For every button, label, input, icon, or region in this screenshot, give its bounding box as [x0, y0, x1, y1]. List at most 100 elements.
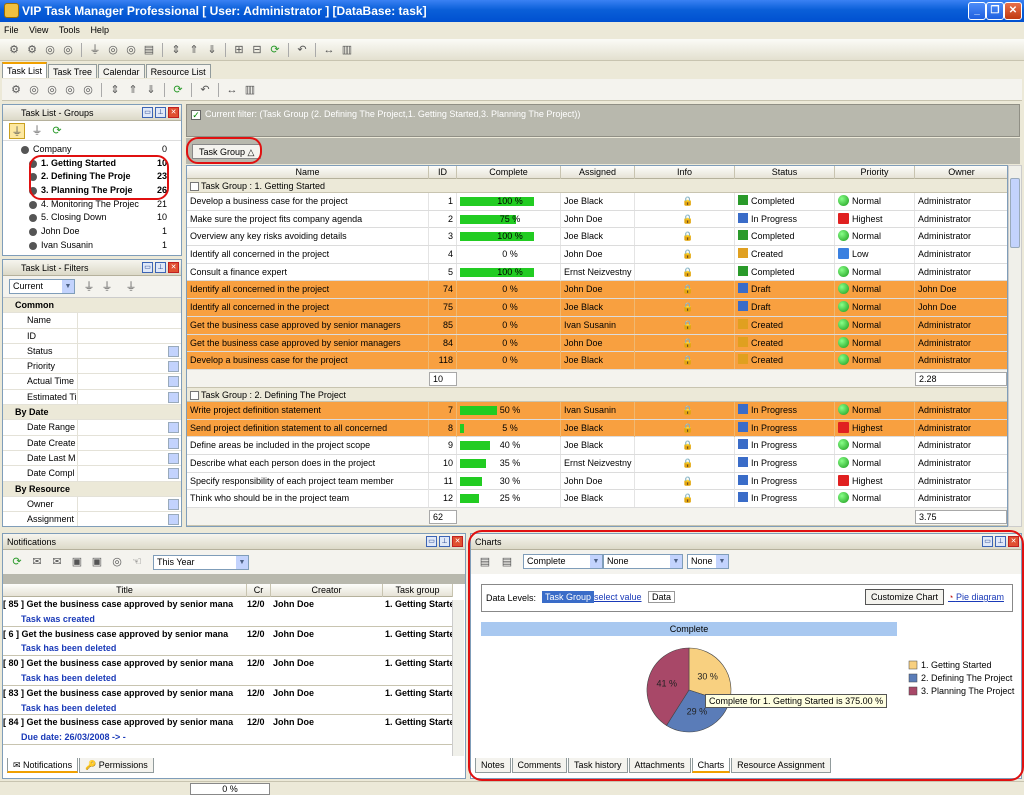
notifications-scrollbar[interactable] [452, 600, 464, 756]
group-header-row[interactable]: Task Group : 2. Defining The Project [187, 387, 1007, 402]
task-row[interactable]: Describe what each person does in the pr… [187, 454, 1007, 473]
menu-view[interactable]: View [25, 25, 52, 35]
grid-cell[interactable]: Define areas be included in the project … [187, 437, 429, 455]
grid-cell[interactable]: Draft [735, 281, 835, 299]
grid-cell[interactable]: 9 [429, 437, 457, 455]
grid-cell[interactable]: Administrator [915, 264, 1007, 281]
restore-icon[interactable]: ▭ [142, 262, 153, 273]
grid-cell[interactable]: Joe Black [561, 299, 635, 317]
copy-icon[interactable]: ◎ [60, 42, 76, 58]
grid-cell[interactable]: Normal [835, 352, 915, 370]
filter-edit-icon[interactable]: ⏚ [29, 123, 45, 139]
find-icon[interactable]: ◎ [105, 42, 121, 58]
grid-cell[interactable]: John Doe [561, 210, 635, 228]
grid-cell[interactable]: Normal [835, 281, 915, 299]
move-up-down-icon[interactable]: ⇕ [168, 42, 184, 58]
task-row[interactable]: Consult a finance expert 5 100 % Ernst Neiz… [187, 263, 1007, 282]
dropdown-icon[interactable] [168, 468, 179, 480]
new-task-icon[interactable]: ⚙ [6, 42, 22, 58]
grid-cell[interactable]: 100 % [457, 228, 561, 246]
columns-icon[interactable]: ▥ [242, 82, 258, 98]
grid-cell[interactable]: 85 [429, 316, 457, 334]
grid-cell[interactable]: Ivan Susanin [561, 401, 635, 419]
filter-row[interactable]: Priority [3, 359, 181, 375]
grid-cell[interactable]: Joe Black [561, 490, 635, 508]
grid-cell[interactable]: In Progress [735, 401, 835, 419]
grid-cell[interactable]: Develop a business case for the project [187, 352, 429, 370]
filter-section[interactable]: Common [3, 298, 181, 314]
grid-cell[interactable]: Specify responsibility of each project t… [187, 472, 429, 490]
filter-row[interactable]: Assignment [3, 512, 181, 526]
filter-row[interactable]: Date Last M [3, 450, 181, 467]
grid-cell[interactable]: Identify all concerned in the project [187, 281, 429, 299]
grid-cell[interactable]: Get the business case approved by senior… [187, 334, 429, 352]
undo-icon[interactable]: ↶ [197, 82, 213, 98]
pin-icon[interactable]: ⊥ [439, 536, 450, 547]
filter-row[interactable]: Estimated Ti [3, 389, 181, 406]
grid-cell[interactable]: 🔒 [635, 299, 735, 317]
grid-cell[interactable]: Write project definition statement [187, 401, 429, 419]
refresh-icon[interactable]: ⟳ [9, 554, 25, 570]
filter-icon[interactable]: ⏚ [81, 279, 97, 295]
filter-row[interactable]: Name [3, 313, 181, 329]
dropdown-icon[interactable] [168, 452, 179, 464]
grid-cell[interactable]: 🔒 [635, 193, 735, 210]
grid-cell[interactable]: In Progress [735, 490, 835, 508]
edit-icon[interactable]: ⚙ [24, 42, 40, 58]
grid-cell[interactable]: Consult a finance expert [187, 263, 429, 281]
task-row[interactable]: Develop a business case for the project 1… [187, 352, 1007, 370]
grid-cell[interactable]: 7 [429, 401, 457, 419]
dropdown-icon[interactable] [168, 422, 179, 434]
tree-icon[interactable]: ⊞ [231, 42, 247, 58]
grid-cell[interactable]: 0 % [457, 352, 561, 370]
grid-cell[interactable]: 30 % [457, 472, 561, 490]
group-header-row[interactable]: Task Group : 1. Getting Started [187, 179, 1007, 193]
grid-cell[interactable]: 3 [429, 228, 457, 246]
filter-row[interactable]: Actual Time [3, 374, 181, 390]
grid-cell[interactable]: 🔒 [635, 246, 735, 264]
find-next-icon[interactable]: ◎ [123, 42, 139, 58]
task-row[interactable]: Send project definition statement to all… [187, 419, 1007, 438]
close-icon[interactable]: ✕ [452, 536, 463, 547]
refresh-icon[interactable]: ⟳ [170, 82, 186, 98]
grid-cell[interactable]: Created [735, 352, 835, 370]
grid-cell[interactable]: 🔒 [635, 334, 735, 352]
print-icon[interactable]: ▤ [141, 42, 157, 58]
grid-cell[interactable]: Administrator [915, 420, 1007, 437]
grid-cell[interactable]: Make sure the project fits company agend… [187, 210, 429, 228]
grid-cell[interactable]: In Progress [735, 454, 835, 472]
task-row[interactable]: Identify all concerned in the project 4 0 … [187, 246, 1007, 264]
notification-row[interactable]: [ 85 ] Get the business case approved by… [3, 597, 453, 612]
filter-row[interactable]: Status [3, 343, 181, 360]
grid-cell[interactable]: Completed [735, 263, 835, 281]
grid-cell[interactable]: 10 [429, 454, 457, 472]
grid-cell[interactable]: Ivan Susanin [561, 316, 635, 334]
notification-row[interactable]: [ 6 ] Get the business case approved by … [3, 627, 453, 642]
col-creator[interactable]: Creator [271, 584, 383, 597]
grid-cell[interactable]: 4 [429, 246, 457, 264]
grid-cell[interactable]: Highest [835, 419, 915, 437]
undo-icon[interactable]: ↶ [294, 42, 310, 58]
grid-cell[interactable]: 35 % [457, 454, 561, 472]
grid-cell[interactable]: John Doe [561, 281, 635, 299]
filter-select[interactable]: Current [9, 279, 75, 294]
grid-cell[interactable]: Completed [735, 193, 835, 210]
grid-cell[interactable]: Administrator [915, 402, 1007, 419]
dropdown-icon[interactable] [168, 498, 179, 510]
filter-section[interactable]: By Resource [3, 481, 181, 497]
grid-cell[interactable]: In Progress [735, 472, 835, 490]
grid-cell[interactable]: Created [735, 246, 835, 264]
task-row[interactable]: Identify all concerned in the project 74 0… [187, 281, 1007, 300]
fit-width-icon[interactable]: ↔ [321, 42, 337, 58]
menu-file[interactable]: File [0, 25, 23, 35]
grid-cell[interactable]: In Progress [735, 210, 835, 228]
view-icon[interactable]: ◎ [42, 42, 58, 58]
grid-cell[interactable]: Highest [835, 210, 915, 228]
list-icon[interactable]: ⊟ [249, 42, 265, 58]
delete-icon[interactable]: ▣ [89, 554, 105, 570]
grid-cell[interactable]: Administrator [915, 437, 1007, 454]
fit-width-icon[interactable]: ↔ [224, 82, 240, 98]
menu-tools[interactable]: Tools [55, 25, 84, 35]
dropdown-icon[interactable] [168, 437, 179, 449]
grid-cell[interactable]: Low [835, 246, 915, 264]
